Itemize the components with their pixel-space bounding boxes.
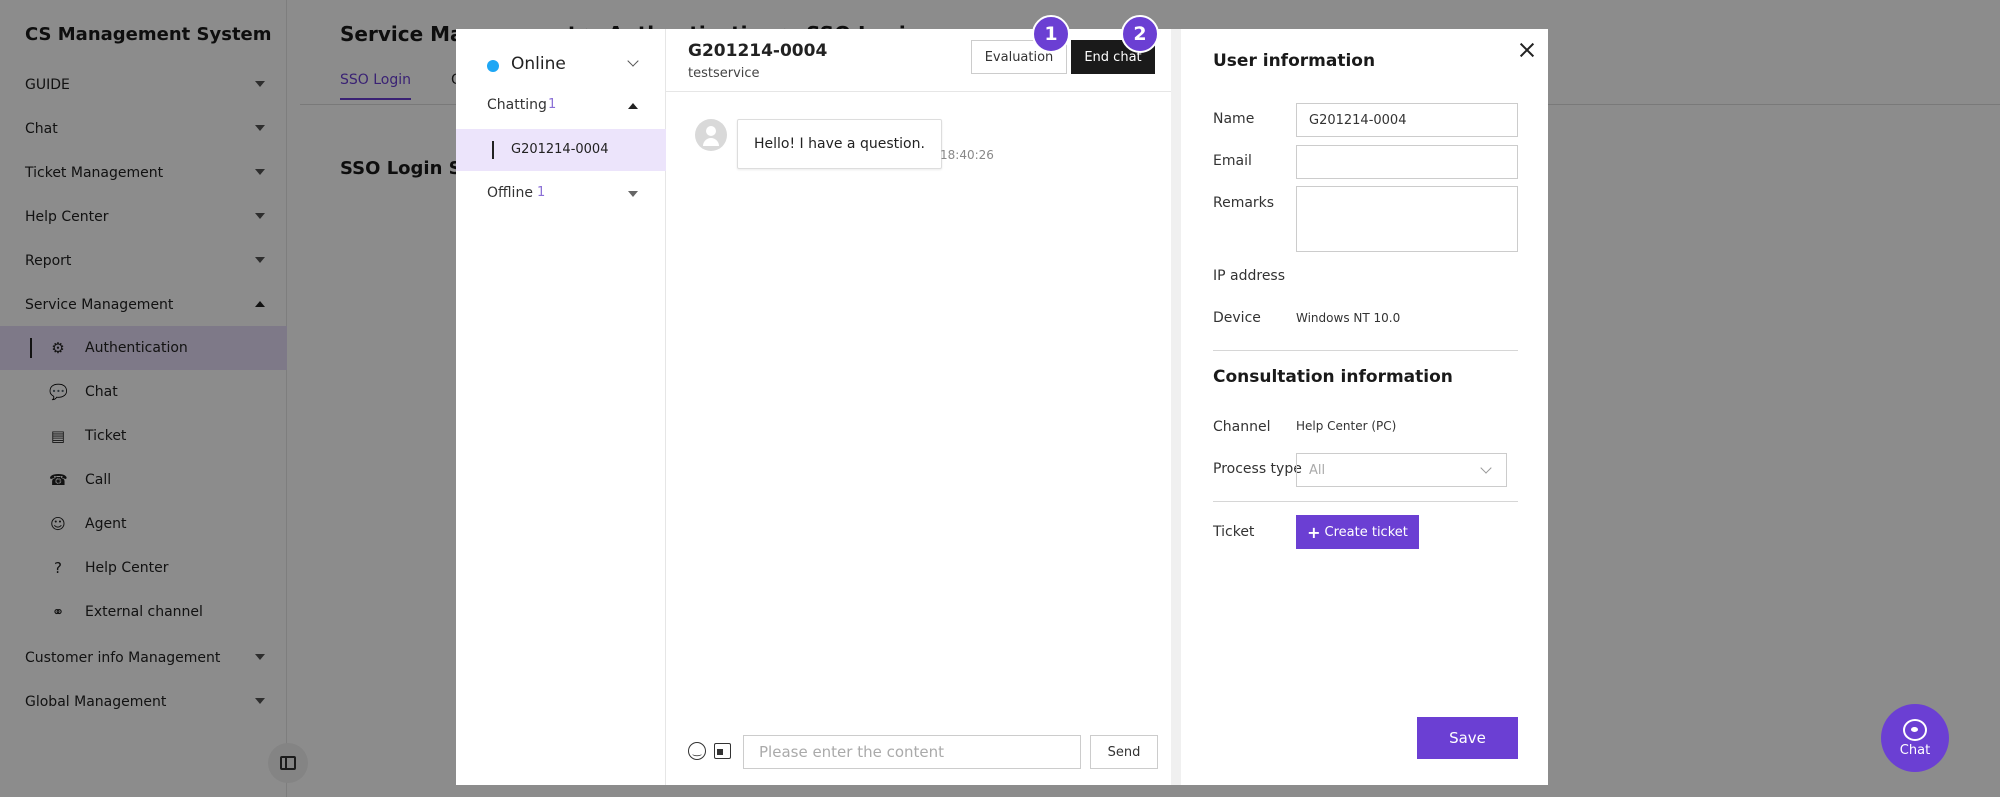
user-info-panel: User information Name Email Remarks IP a… [1181, 29, 1548, 785]
message-bubble: Hello! I have a question. [737, 119, 942, 169]
chat-panel: G201214-0004 testservice Evaluation End … [666, 15, 1171, 785]
ticket-label: Ticket [1213, 524, 1255, 540]
save-button[interactable]: Save [1417, 717, 1518, 759]
emoji-icon[interactable]: ‿ [688, 742, 706, 760]
active-indicator [492, 141, 494, 159]
group-count: 1 [548, 97, 557, 112]
group-chatting[interactable]: Chatting 1 [456, 91, 666, 121]
chat-status-panel: Online Chatting 1 G201214-0004 Offline 1 [456, 29, 666, 785]
send-button[interactable]: Send [1090, 735, 1158, 769]
device-label: Device [1213, 310, 1261, 326]
channel-label: Channel [1213, 419, 1271, 435]
process-type-value: All [1309, 462, 1326, 478]
name-field[interactable] [1296, 103, 1518, 137]
group-label: Offline [487, 185, 533, 201]
caret-up-icon [628, 103, 638, 109]
close-icon[interactable] [1516, 39, 1538, 61]
chevron-down-icon [627, 55, 639, 67]
create-ticket-button[interactable]: + Create ticket [1296, 515, 1419, 549]
email-field[interactable] [1296, 145, 1518, 179]
create-ticket-label: Create ticket [1324, 524, 1408, 540]
divider [1213, 501, 1518, 502]
floating-chat-label: Chat [1899, 742, 1931, 758]
name-label: Name [1213, 111, 1255, 127]
status-label: Online [511, 54, 566, 74]
consultation-info-title: Consultation information [1213, 367, 1453, 387]
plus-icon: + [1307, 522, 1321, 542]
message-input[interactable] [743, 735, 1081, 769]
process-type-label: Process type [1213, 461, 1302, 477]
chat-modal: Online Chatting 1 G201214-0004 Offline 1… [456, 15, 1548, 785]
remarks-field[interactable] [1296, 186, 1518, 252]
avatar [695, 119, 727, 151]
user-info-title: User information [1213, 51, 1376, 71]
group-offline[interactable]: Offline 1 [456, 179, 666, 209]
step-badge-2: 2 [1121, 15, 1159, 53]
message-text: Hello! I have a question. [754, 136, 925, 152]
chat-list-item-id: G201214-0004 [511, 142, 609, 157]
chat-service-name: testservice [688, 66, 760, 81]
image-attach-icon[interactable] [714, 743, 731, 759]
divider [1213, 350, 1518, 351]
chat-list-item[interactable]: G201214-0004 [456, 129, 666, 171]
device-value: Windows NT 10.0 [1296, 311, 1401, 325]
chat-bubble-icon [1903, 718, 1927, 741]
chat-header: G201214-0004 testservice Evaluation End … [666, 29, 1171, 92]
remarks-label: Remarks [1213, 195, 1275, 211]
chevron-down-icon [1480, 462, 1492, 474]
ip-address-label: IP address [1213, 268, 1286, 284]
floating-chat-button[interactable]: Chat [1881, 704, 1949, 772]
step-badge-1: 1 [1032, 15, 1070, 53]
channel-value: Help Center (PC) [1296, 419, 1397, 433]
chat-id: G201214-0004 [688, 41, 828, 61]
status-selector[interactable]: Online [456, 49, 666, 79]
email-label: Email [1213, 153, 1252, 169]
message-timestamp: 18:40:26 [940, 148, 994, 162]
caret-down-icon [628, 191, 638, 197]
group-count: 1 [537, 185, 546, 200]
process-type-select[interactable]: All [1296, 453, 1507, 487]
group-label: Chatting [487, 97, 547, 113]
online-status-dot [487, 60, 499, 72]
panel-gap [1171, 29, 1181, 785]
